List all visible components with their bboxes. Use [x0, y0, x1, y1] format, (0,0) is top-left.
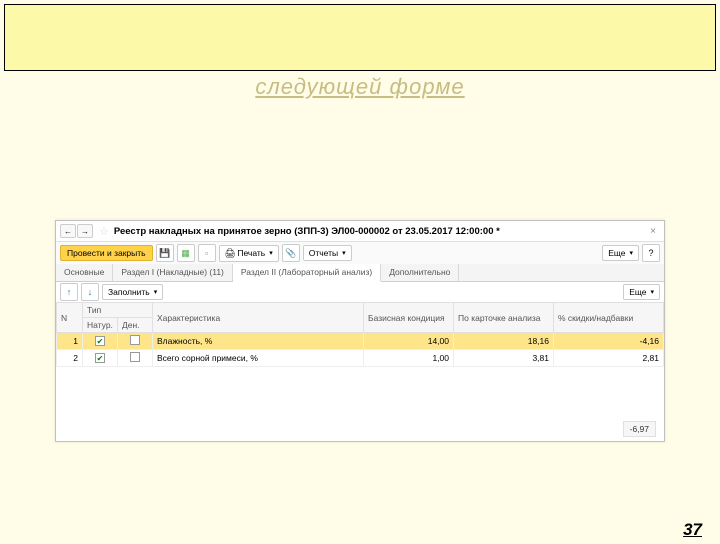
cell-disc: 2,81 — [554, 350, 664, 367]
table-row[interactable]: 2 ✔ Всего сорной примеси, % 1,00 3,81 2,… — [57, 350, 664, 367]
forward-button[interactable]: → — [77, 224, 93, 238]
cell-card: 18,16 — [454, 333, 554, 350]
tab-section2[interactable]: Раздел II (Лабораторный анализ) — [233, 264, 381, 282]
window-title: Реестр накладных на принятое зерно (ЗПП-… — [114, 226, 646, 237]
tab-main[interactable]: Основные — [56, 264, 113, 281]
cell-n: 1 — [57, 333, 83, 350]
data-table: N Тип Характеристика Базисная кондиция П… — [56, 302, 664, 367]
post-and-close-button[interactable]: Провести и закрыть — [60, 245, 153, 261]
tab-section1[interactable]: Раздел I (Накладные) (11) — [113, 264, 233, 281]
fill-button[interactable]: Заполнить — [102, 284, 163, 300]
cell-base: 14,00 — [364, 333, 454, 350]
move-down-button[interactable]: ↓ — [81, 283, 99, 301]
main-toolbar: Провести и закрыть 💾 ▦ ▫ 🖨 Печать 📎 Отче… — [56, 242, 664, 264]
col-n[interactable]: N — [57, 303, 83, 333]
col-natur[interactable]: Натур. — [83, 318, 118, 333]
help-button[interactable]: ? — [642, 244, 660, 262]
attachments-button[interactable]: 📎 — [282, 244, 300, 262]
tabs: Основные Раздел I (Накладные) (11) Разде… — [56, 264, 664, 282]
col-type[interactable]: Тип — [83, 303, 153, 318]
cell-n: 2 — [57, 350, 83, 367]
cell-char: Влажность, % — [153, 333, 364, 350]
cell-disc: -4,16 — [554, 333, 664, 350]
unpost-button[interactable]: ▫ — [198, 244, 216, 262]
favorite-icon[interactable]: ☆ — [99, 225, 109, 238]
reports-button[interactable]: Отчеты — [303, 245, 352, 261]
titlebar: ← → ☆ Реестр накладных на принятое зерно… — [56, 221, 664, 242]
cell-base: 1,00 — [364, 350, 454, 367]
cell-card: 3,81 — [454, 350, 554, 367]
col-char[interactable]: Характеристика — [153, 303, 364, 333]
save-button[interactable]: 💾 — [156, 244, 174, 262]
natur-checkbox[interactable]: ✔ — [95, 353, 105, 363]
slide-header — [4, 4, 716, 71]
col-den[interactable]: Ден. — [118, 318, 153, 333]
col-disc[interactable]: % скидки/надбавки — [554, 303, 664, 333]
post-button[interactable]: ▦ — [177, 244, 195, 262]
table-total: -6,97 — [623, 421, 656, 437]
close-icon[interactable]: × — [646, 226, 660, 237]
app-window: ← → ☆ Реестр накладных на принятое зерно… — [55, 220, 665, 442]
cell-char: Всего сорной примеси, % — [153, 350, 364, 367]
table-toolbar: ↑ ↓ Заполнить Еще — [56, 282, 664, 302]
col-card[interactable]: По карточке анализа — [454, 303, 554, 333]
table-row[interactable]: 1 ✔ Влажность, % 14,00 18,16 -4,16 — [57, 333, 664, 350]
decor-text: следующей форме — [0, 74, 720, 100]
den-checkbox[interactable] — [130, 335, 140, 345]
back-button[interactable]: ← — [60, 224, 76, 238]
more-button[interactable]: Еще — [602, 245, 639, 261]
natur-checkbox[interactable]: ✔ — [95, 336, 105, 346]
print-button[interactable]: 🖨 Печать — [219, 245, 279, 262]
tab-additional[interactable]: Дополнительно — [381, 264, 459, 281]
move-up-button[interactable]: ↑ — [60, 283, 78, 301]
table-more-button[interactable]: Еще — [623, 284, 660, 300]
col-base[interactable]: Базисная кондиция — [364, 303, 454, 333]
den-checkbox[interactable] — [130, 352, 140, 362]
page-number: 37 — [683, 520, 702, 540]
